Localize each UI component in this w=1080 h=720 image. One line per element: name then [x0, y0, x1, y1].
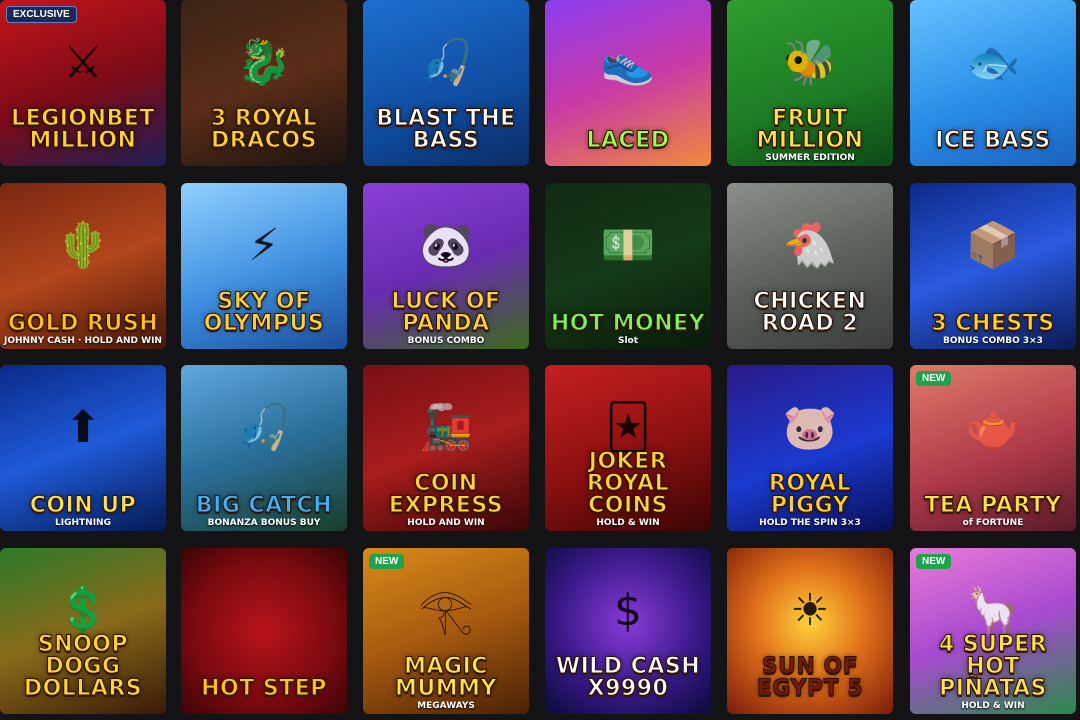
game-title: SNOOP DOGG DOLLARS [23, 632, 143, 701]
game-subtitle: MEGAWAYS [417, 701, 475, 711]
angler-icon: 🎣 [236, 402, 292, 454]
new-badge: NEW [916, 371, 952, 386]
game-title: LUCK OF PANDA [391, 289, 501, 336]
new-badge: NEW [369, 554, 405, 569]
piggy-bank-icon: 🐷 [782, 402, 838, 454]
game-grid: ⚔ LEGIONBET MILLION EXCLUSIVE 🐉 3 ROYAL DRAC… [0, 0, 1080, 720]
game-tile[interactable]: 🎣 BIG CATCH BONANZA BONUS BUY [181, 365, 347, 531]
train-icon: 🚂 [418, 402, 474, 454]
vinyl-icon: $ [614, 585, 642, 637]
coin-up-icon: ⬆ [64, 402, 102, 454]
game-subtitle: BONUS COMBO 3×3 [943, 336, 1043, 346]
game-subtitle: HOLD AND WIN [407, 518, 485, 528]
pharaoh-icon: 𓂀 [418, 585, 474, 637]
game-title: CHICKEN ROAD 2 [753, 289, 867, 336]
game-subtitle: BONUS COMBO [407, 336, 485, 346]
alice-icon: 🫖 [965, 402, 1021, 454]
game-tile[interactable]: 🐉 3 ROYAL DRACOS [181, 0, 347, 166]
game-title: HOT STEP [201, 676, 327, 701]
game-title: BLAST THE BASS [376, 106, 516, 153]
game-title: ICE BASS [935, 128, 1051, 153]
game-subtitle: HOLD & WIN [961, 701, 1025, 711]
game-subtitle: LIGHTNING [55, 518, 111, 528]
chicken-icon: 🐔 [782, 220, 838, 272]
game-tile[interactable]: 💵 HOT MONEY Slot [545, 183, 711, 349]
game-tile[interactable]: 🌵 GOLD RUSH JOHNNY CASH · HOLD AND WIN [0, 183, 166, 349]
game-tile[interactable]: 🐼 LUCK OF PANDA BONUS COMBO [363, 183, 529, 349]
game-title: 4 SUPER HOT PIÑATAS [938, 632, 1048, 701]
fish-icon: 🐟 [965, 37, 1021, 89]
game-subtitle: JOHNNY CASH · HOLD AND WIN [4, 336, 162, 346]
dragon-icon: 🐉 [236, 37, 292, 89]
money-stack-icon: 💵 [600, 220, 656, 272]
game-title: Wild CASH X9990 [555, 654, 701, 701]
game-subtitle: BONANZA BONUS BUY [207, 518, 321, 528]
game-tile[interactable]: 💲 SNOOP DOGG DOLLARS [0, 548, 166, 714]
game-tile[interactable]: 🐔 CHICKEN ROAD 2 [727, 183, 893, 349]
game-title: COIN EXPRESS [388, 471, 504, 518]
game-subtitle: SUMMER EDITION [765, 153, 855, 163]
spartan-helmet-icon: ⚔ [63, 37, 103, 89]
game-tile[interactable]: 🃏 JOKER ROYAL COINS HOLD & WIN [545, 365, 711, 531]
fisherman-icon: 🎣 [418, 37, 474, 89]
jester-icon: 🃏 [605, 402, 651, 454]
game-title: COIN UP [29, 493, 137, 518]
game-tile[interactable]: 🚂 COIN EXPRESS HOLD AND WIN [363, 365, 529, 531]
game-title: HOT MONEY [550, 311, 706, 336]
game-subtitle: HOLD & WIN [596, 518, 660, 528]
llama-pinata-icon: 🦙 [965, 585, 1021, 637]
game-tile[interactable]: 🎣 BLAST THE BASS [363, 0, 529, 166]
game-tile[interactable]: ⬆ COIN UP LIGHTNING [0, 365, 166, 531]
game-title: SKY OF OLYMPUS [203, 289, 325, 336]
zeus-icon: ⚡ [248, 220, 280, 272]
game-title: GOLD RUSH [7, 311, 159, 336]
exclusive-badge: EXCLUSIVE [6, 6, 77, 23]
game-tile[interactable]: HOT STEP [181, 548, 347, 714]
game-title: 3 ROYAL DRACOS [210, 106, 318, 153]
game-title: LEGIONBET MILLION [11, 106, 155, 153]
game-tile[interactable]: 🐷 ROYAL PIGGY HOLD THE SPIN 3×3 [727, 365, 893, 531]
treasure-chest-icon: 📦 [965, 220, 1021, 272]
game-tile[interactable]: 👟 LACED [545, 0, 711, 166]
bee-icon: 🐝 [782, 37, 838, 89]
game-tile[interactable]: $ Wild CASH X9990 [545, 548, 711, 714]
game-tile[interactable]: ⚔ LEGIONBET MILLION EXCLUSIVE [0, 0, 166, 166]
game-subtitle: of FORTUNE [962, 518, 1024, 528]
sun-icon: ☀ [790, 585, 830, 637]
cactus-cowboy-icon: 🌵 [55, 220, 111, 272]
game-subtitle: Slot [617, 336, 639, 346]
game-title: Tea Party [924, 493, 1062, 518]
new-badge: NEW [916, 554, 952, 569]
game-title: ROYAL PIGGY [768, 471, 852, 518]
game-tile[interactable]: ☀ SUN OF EGYPT 5 [727, 548, 893, 714]
game-tile[interactable]: 🐟 ICE BASS [910, 0, 1076, 166]
game-title: LACED [586, 128, 670, 153]
game-tile[interactable]: 🫖 Tea Party of FORTUNE NEW [910, 365, 1076, 531]
sneaker-icon: 👟 [600, 37, 656, 89]
game-title: SUN OF EGYPT 5 [756, 654, 864, 701]
game-title: FRUIT MILLION [756, 106, 864, 153]
game-title: 3 CHESTS [931, 311, 1055, 336]
game-tile[interactable]: 𓂀 MAGIC MUMMY MEGAWAYS NEW [363, 548, 529, 714]
game-subtitle: HOLD THE SPIN 3×3 [759, 518, 861, 528]
game-title: BIG CATCH [195, 493, 333, 518]
game-tile[interactable]: 🦙 4 SUPER HOT PIÑATAS HOLD & WIN NEW [910, 548, 1076, 714]
game-tile[interactable]: ⚡ SKY OF OLYMPUS [181, 183, 347, 349]
game-title: JOKER ROYAL COINS [586, 449, 670, 518]
game-tile[interactable]: 🐝 FRUIT MILLION SUMMER EDITION [727, 0, 893, 166]
rapper-icon: 💲 [55, 585, 111, 637]
game-tile[interactable]: 📦 3 CHESTS BONUS COMBO 3×3 [910, 183, 1076, 349]
panda-icon: 🐼 [418, 220, 474, 272]
game-title: MAGIC MUMMY [395, 654, 497, 701]
